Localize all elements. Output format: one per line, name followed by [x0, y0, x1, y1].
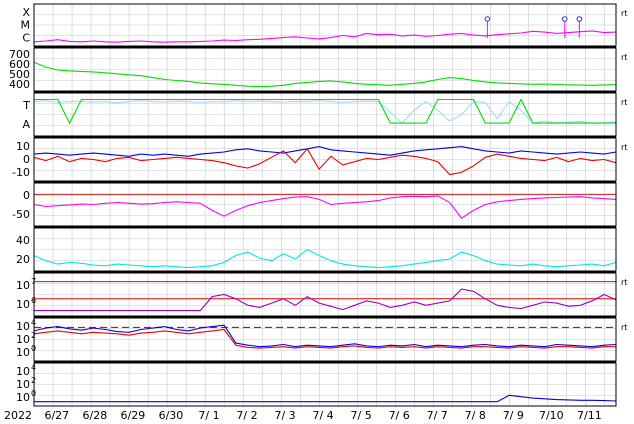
rt-marker: rt — [621, 278, 627, 287]
tick-label: M — [21, 19, 31, 32]
tick-label: C — [22, 31, 30, 44]
date-label: 7/10 — [539, 409, 564, 422]
tick-exponent: 0 — [31, 389, 36, 398]
date-label: 7/ 8 — [465, 409, 486, 422]
rt-marker: rt — [621, 323, 627, 332]
tick-exponent: 2 — [31, 376, 36, 385]
rt-marker: rt — [621, 143, 627, 152]
tick-label: 10 — [16, 140, 30, 153]
tick-label: 0 — [23, 153, 30, 166]
tick-label: -50 — [12, 208, 30, 221]
tick-label: 10 — [16, 279, 30, 292]
date-label: 7/ 4 — [312, 409, 333, 422]
rt-marker: rt — [621, 98, 627, 107]
tick-exponent: 6 — [31, 296, 36, 305]
tick-label: T — [22, 99, 30, 112]
tick-label: 10 — [16, 333, 30, 346]
date-label: 6/29 — [121, 409, 146, 422]
date-label: 7/ 7 — [427, 409, 448, 422]
tick-label: 10 — [16, 346, 30, 359]
date-label: 6/27 — [44, 409, 69, 422]
date-label: 6/30 — [159, 409, 184, 422]
date-label: 6/28 — [83, 409, 108, 422]
tick-exponent: 4 — [31, 318, 36, 327]
date-label: 7/ 1 — [198, 409, 219, 422]
rt-marker: rt — [621, 53, 627, 62]
tick-label: 10 — [16, 365, 30, 378]
tick-label: 10 — [16, 378, 30, 391]
flare-marker — [484, 16, 491, 22]
tick-label: 10 — [16, 391, 30, 404]
tick-label: 10 — [16, 320, 30, 333]
space-weather-chart: 2022 6/27 6/28 6/29 6/30 7/ 1 7/ 2 7/ 3 7/ 4 7/ … — [4, 3, 627, 422]
year-label: 2022 — [4, 409, 32, 422]
rt-marker: rt — [621, 9, 627, 18]
date-label: 7/11 — [577, 409, 602, 422]
tick-exponent: 7 — [31, 277, 36, 286]
flare-marker — [576, 16, 583, 22]
tick-label: X — [22, 6, 30, 19]
tick-label: -10 — [12, 166, 30, 179]
date-label: 7/ 9 — [503, 409, 524, 422]
tick-exponent: 0 — [31, 344, 36, 353]
label-layer: 2022 6/27 6/28 6/29 6/30 7/ 1 7/ 2 7/ 3 7/ 4 7/ … — [4, 6, 627, 422]
tick-exponent: 2 — [31, 331, 36, 340]
tick-label: A — [22, 118, 30, 131]
flare-marker — [561, 16, 568, 22]
tick-label: 40 — [16, 234, 30, 247]
date-label: 7/ 3 — [274, 409, 295, 422]
tick-label: 10 — [16, 298, 30, 311]
date-label: 7/ 6 — [389, 409, 410, 422]
tick-exponent: 4 — [31, 363, 36, 372]
tick-label: 400 — [9, 78, 30, 91]
tick-label: 20 — [16, 253, 30, 266]
date-label: 7/ 5 — [351, 409, 372, 422]
date-label: 7/ 2 — [236, 409, 257, 422]
tick-label: 0 — [23, 189, 30, 202]
